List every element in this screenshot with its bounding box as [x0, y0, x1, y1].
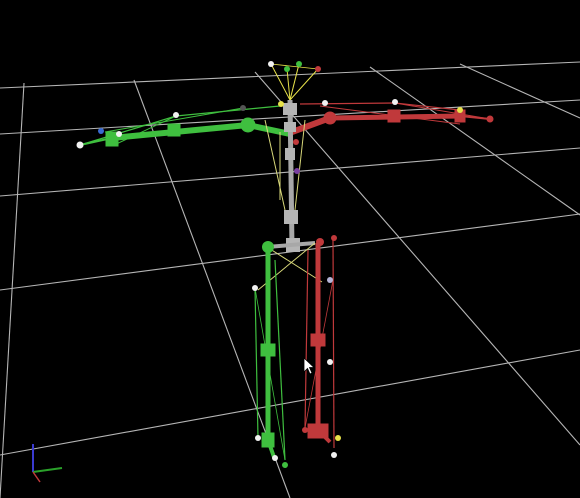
- axis-gizmo-icon: [32, 444, 63, 483]
- 3d-viewport[interactable]: [0, 0, 580, 498]
- left-arm[interactable]: [76, 105, 291, 149]
- head-markers[interactable]: [268, 61, 321, 101]
- skeleton-scene[interactable]: [0, 0, 580, 498]
- right-leg[interactable]: [302, 239, 341, 458]
- left-leg[interactable]: [252, 247, 288, 468]
